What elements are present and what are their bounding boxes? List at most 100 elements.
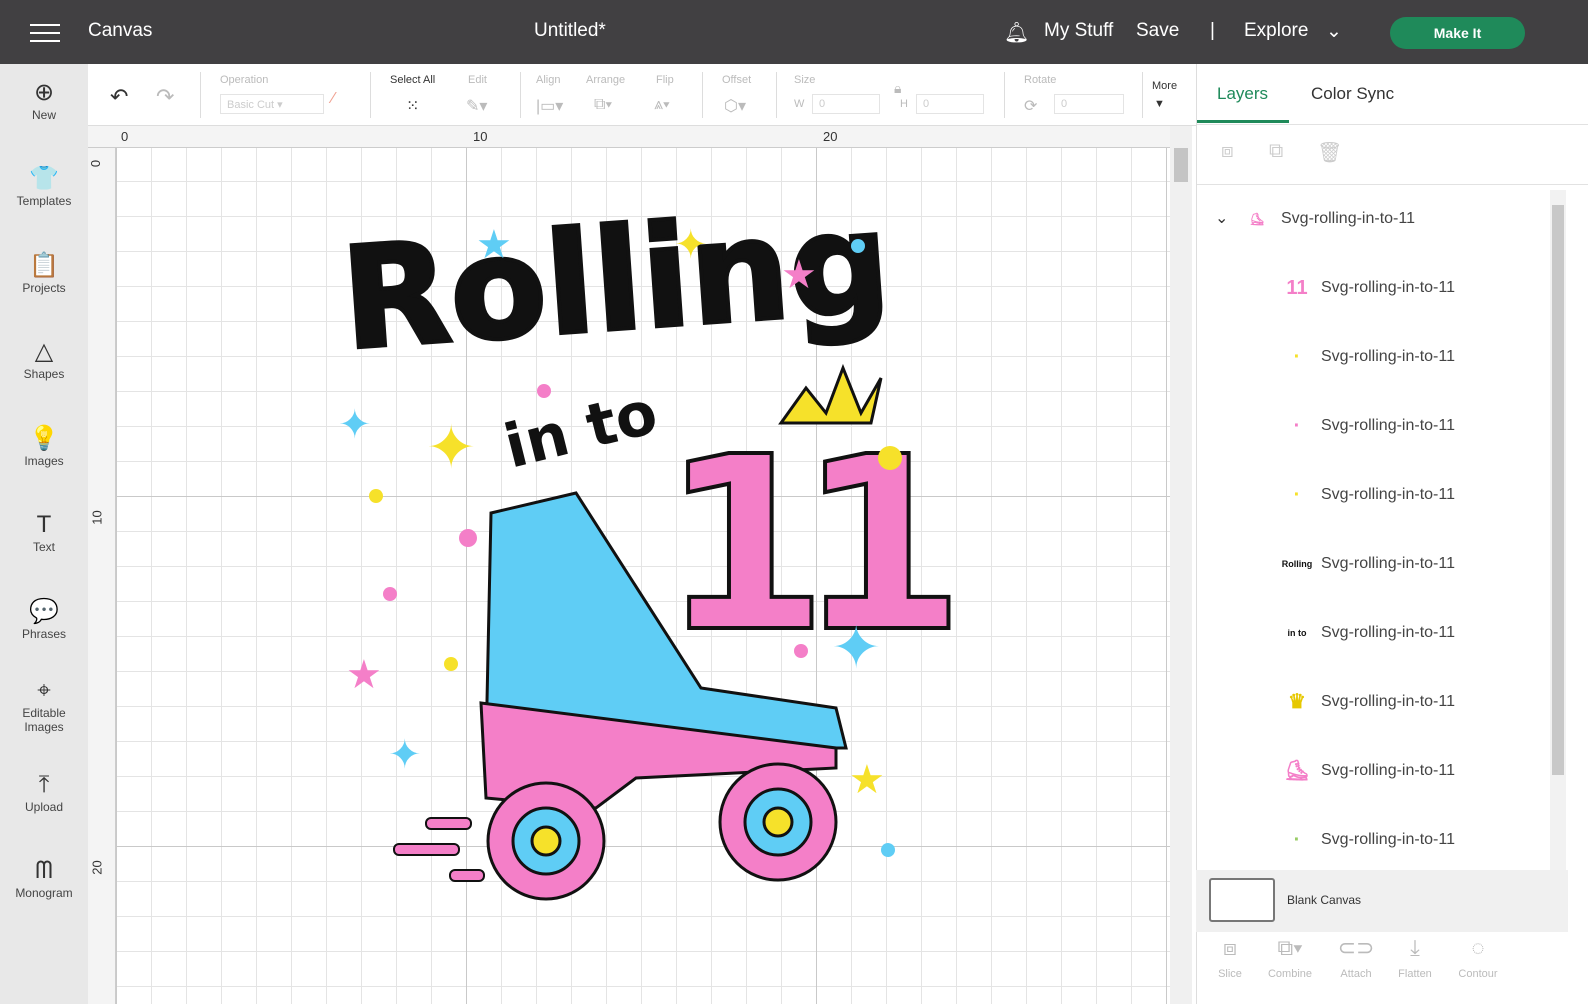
blank-canvas-swatch[interactable] [1209,878,1275,922]
align-icon[interactable]: |▭▾ [536,96,563,116]
layer-group[interactable]: ⌄ ⛸ Svg-rolling-in-to-11 [1197,186,1547,255]
layer-thumbnail: ⛸ [1284,760,1310,782]
my-stuff-link[interactable]: My Stuff [1044,20,1113,42]
flip-label: Flip [656,74,674,86]
label: Phrases [21,627,67,641]
contour-button[interactable]: Contour [1448,968,1508,980]
artwork-number-11: 11 [661,405,949,685]
flip-icon[interactable]: ⩓▾ [654,96,670,114]
combine-button[interactable]: Combine [1260,968,1320,980]
layer-item[interactable]: in to Svg-rolling-in-to-11 [1197,600,1547,669]
combine-icon[interactable]: ⧉▾ [1260,935,1320,961]
plus-icon: ⊕ [33,79,55,106]
upload-icon: ⤒ [38,771,50,798]
ruler-top: 0 10 20 [88,126,1170,148]
edit-image-icon: ⌖ [37,677,51,704]
canvas-scroll-thumb[interactable] [1174,148,1188,182]
label: Images [24,454,64,468]
height-input[interactable]: 0 [916,94,984,114]
ruler-left: 0 10 20 [88,148,116,1004]
artwork-rolling-in-to-11[interactable]: Rolling in to 11 ★★★★ ✦✦ ✦✦✦ [116,148,1170,1004]
offset-icon[interactable]: ⬡▾ [724,96,746,116]
save-button[interactable]: Save [1136,20,1179,42]
explore-menu[interactable]: Explore [1244,20,1308,42]
layer-thumbnail: 11 [1286,277,1308,299]
width-value: 0 [819,98,826,110]
slice-button[interactable]: Slice [1200,968,1260,980]
sidebar-item-templates[interactable]: 👕 Templates [0,164,88,208]
lock-icon[interactable]: 🔒︎ [894,80,901,97]
shirt-icon: 👕 [29,165,59,192]
width-input[interactable]: 0 [812,94,880,114]
canvas-scrollbar[interactable] [1170,126,1192,1004]
sidebar-item-projects[interactable]: 📋 Projects [0,251,88,295]
sidebar-item-monogram[interactable]: ᗰ Monogram [0,856,88,900]
tab-color-sync[interactable]: Color Sync [1311,84,1394,104]
redo-icon[interactable]: ↷ [156,84,174,110]
flatten-button[interactable]: Flatten [1385,968,1445,980]
layer-item[interactable]: ♛ Svg-rolling-in-to-11 [1197,669,1547,738]
group-icon[interactable]: ⧈ [1221,140,1234,163]
sidebar-item-shapes[interactable]: △ Shapes [0,337,88,381]
label: Upload [24,800,64,814]
sidebar-item-new[interactable]: ⊕ New [0,78,88,122]
slice-icon[interactable]: ⧈ [1200,935,1260,961]
layer-item[interactable]: 11 Svg-rolling-in-to-11 [1197,255,1547,324]
pencil-icon[interactable]: ✎▾ [466,96,487,116]
layer-item[interactable]: · Svg-rolling-in-to-11 [1197,324,1547,393]
caret-down-icon[interactable]: ▼ [1154,98,1165,110]
divider [1142,72,1143,118]
app-name: Canvas [88,20,153,41]
layer-item[interactable]: · Svg-rolling-in-to-11 [1197,807,1547,876]
arrange-icon[interactable]: ⧉▾ [594,96,612,114]
height-label: H [900,98,908,110]
more-label[interactable]: More [1152,80,1177,92]
layer-item[interactable]: Rolling Svg-rolling-in-to-11 [1197,531,1547,600]
sidebar-item-text[interactable]: T Text [0,510,88,554]
make-it-button[interactable]: Make It [1390,17,1525,49]
pen-color-icon[interactable]: ⁄ [332,90,335,108]
divider: | [1210,20,1215,41]
layers-scroll-thumb[interactable] [1552,205,1564,775]
layer-item[interactable]: ⛸ Svg-rolling-in-to-11 [1197,738,1547,807]
blank-canvas-row[interactable]: Blank Canvas [1196,870,1568,932]
rotate-input[interactable]: 0 [1054,94,1124,114]
rotate-icon[interactable]: ⟳ [1024,96,1037,116]
left-sidebar: ⊕ New 👕 Templates 📋 Projects △ Shapes 💡 Image… [0,64,88,1004]
delete-icon[interactable]: 🗑︎ [1317,140,1342,165]
undo-icon[interactable]: ↶ [110,84,128,110]
divider [520,72,521,118]
menu-icon[interactable] [30,24,60,42]
select-all-icon[interactable]: ⁙ [406,96,419,116]
bell-icon[interactable]: 🔔︎ [1004,20,1029,45]
attach-icon[interactable]: ⊂⊃ [1326,935,1386,961]
svg-text:✦: ✦ [674,223,708,267]
duplicate-icon[interactable]: ⧉ [1269,140,1283,163]
divider [370,72,371,118]
document-title: Untitled* [534,20,606,41]
chevron-down-icon[interactable]: ⌄ [1326,20,1342,43]
label: Monogram [15,886,73,900]
operation-select[interactable]: Basic Cut ▾ [220,94,324,114]
layer-name: Svg-rolling-in-to-11 [1281,210,1415,227]
chevron-down-icon[interactable]: ⌄ [1215,208,1228,228]
layer-thumbnail: · [1293,346,1301,368]
sidebar-item-images[interactable]: 💡 Images [0,424,88,468]
label: Text [32,540,55,554]
label: New [31,108,56,122]
layer-item[interactable]: · Svg-rolling-in-to-11 [1197,462,1547,531]
layer-item[interactable]: · Svg-rolling-in-to-11 [1197,393,1547,462]
ruler-tick: 0 [121,129,129,144]
svg-text:★: ★ [346,653,382,697]
svg-text:✦: ✦ [426,414,476,481]
contour-icon[interactable]: ◌ [1448,935,1508,961]
tab-layers[interactable]: Layers [1217,84,1268,104]
sidebar-item-upload[interactable]: ⤒ Upload [0,770,88,814]
flatten-icon[interactable]: ⤓ [1385,935,1445,961]
layers-panel: Layers Color Sync ⧈ ⧉ 🗑︎ ⌄ ⛸ Svg-rolling… [1196,64,1588,1004]
sidebar-item-phrases[interactable]: 💬 Phrases [0,597,88,641]
design-canvas[interactable]: Rolling in to 11 ★ ★ ★ ★ ✦ ✦ ✦ ✦ ✦ [116,148,1170,1004]
sidebar-item-editable-images[interactable]: ⌖ Editable Images [0,676,88,734]
attach-button[interactable]: Attach [1326,968,1386,980]
layer-thumbnail: · [1293,829,1301,851]
